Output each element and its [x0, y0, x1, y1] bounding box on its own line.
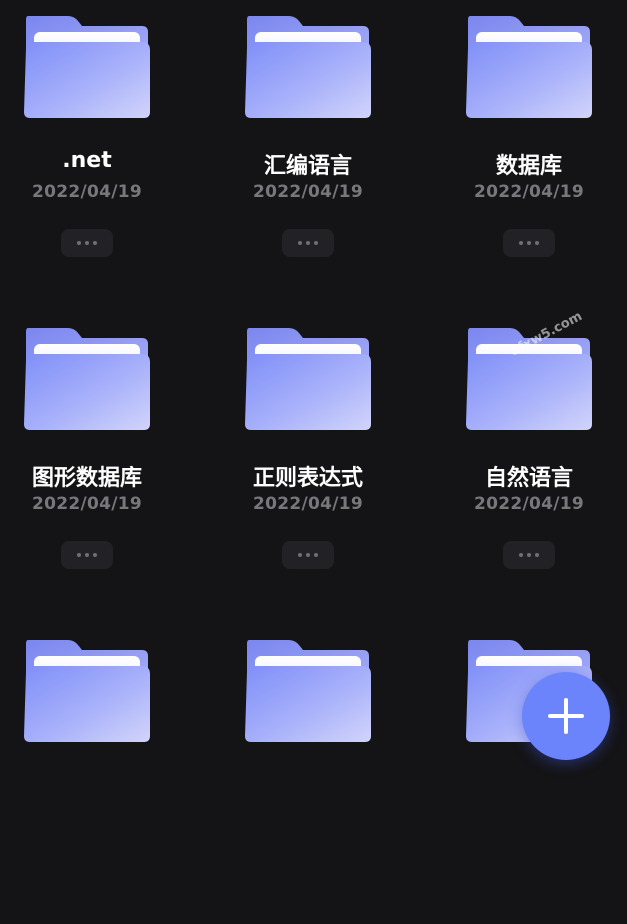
folder-icon[interactable] — [243, 14, 373, 120]
folder-date: 2022/04/19 — [31, 182, 143, 202]
folder-item[interactable] — [442, 624, 627, 924]
more-options-button[interactable] — [282, 229, 334, 257]
folder-item[interactable]: 自然语言 2022/04/19 — [442, 312, 627, 612]
more-horizontal-icon — [519, 553, 523, 557]
more-options-button[interactable] — [282, 541, 334, 569]
folder-name: 数据库 — [495, 154, 562, 179]
folder-name: .net — [62, 148, 112, 173]
folder-date: 2022/04/19 — [252, 182, 364, 202]
folder-item[interactable]: 正则表达式 2022/04/19 — [221, 312, 421, 612]
folder-item[interactable] — [0, 624, 200, 924]
folder-icon[interactable] — [464, 14, 594, 120]
folder-date: 2022/04/19 — [252, 494, 364, 514]
more-options-button[interactable] — [503, 229, 555, 257]
more-options-button[interactable] — [61, 229, 113, 257]
folder-name: 图形数据库 — [31, 466, 142, 491]
more-horizontal-icon — [519, 241, 523, 245]
folder-item[interactable]: 汇编语言 2022/04/19 — [221, 0, 421, 300]
folder-date: 2022/04/19 — [31, 494, 143, 514]
folder-icon[interactable] — [243, 326, 373, 432]
more-horizontal-icon — [77, 553, 81, 557]
more-horizontal-icon — [298, 241, 302, 245]
add-folder-button[interactable] — [522, 672, 610, 760]
folder-grid: .net 2022/04/19 汇编语言 2022/04/19 数据库 2022/04… — [0, 0, 627, 774]
more-horizontal-icon — [298, 553, 302, 557]
folder-name: 正则表达式 — [252, 466, 363, 491]
plus-icon — [548, 698, 584, 734]
folder-date: 2022/04/19 — [473, 494, 585, 514]
folder-icon[interactable] — [243, 638, 373, 744]
folder-item[interactable]: 数据库 2022/04/19 — [442, 0, 627, 300]
more-options-button[interactable] — [503, 541, 555, 569]
folder-icon[interactable] — [22, 638, 152, 744]
more-options-button[interactable] — [61, 541, 113, 569]
folder-name: 汇编语言 — [263, 154, 352, 179]
folder-name: 自然语言 — [484, 466, 573, 491]
folder-item[interactable]: 图形数据库 2022/04/19 — [0, 312, 200, 612]
folder-icon[interactable] — [22, 326, 152, 432]
folder-item[interactable]: .net 2022/04/19 — [0, 0, 200, 300]
folder-icon[interactable] — [22, 14, 152, 120]
more-horizontal-icon — [77, 241, 81, 245]
folder-date: 2022/04/19 — [473, 182, 585, 202]
folder-item[interactable] — [221, 624, 421, 924]
